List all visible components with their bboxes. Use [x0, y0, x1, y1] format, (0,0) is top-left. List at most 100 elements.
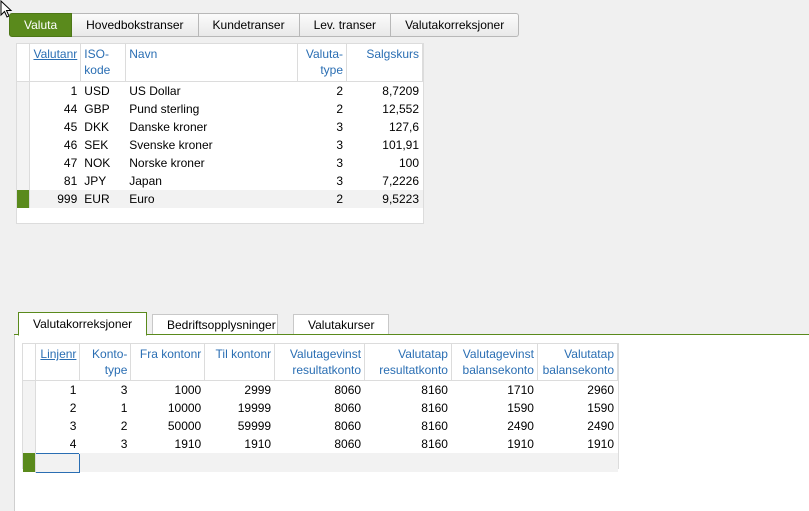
- cell-salgskurs[interactable]: 8,7209: [347, 81, 423, 100]
- cell-valutagevinst-balansekonto[interactable]: 1590: [451, 399, 537, 417]
- column-header-valutatype[interactable]: Valuta-type: [297, 44, 348, 82]
- row-selector[interactable]: [17, 81, 31, 100]
- tab-valuta[interactable]: Valuta: [9, 13, 73, 37]
- table-row[interactable]: 1 USD US Dollar 2 8,7209: [17, 81, 423, 100]
- cell-navn[interactable]: Svenske kroner: [126, 136, 298, 154]
- cell-til-kontonr[interactable]: 59999: [205, 417, 275, 435]
- cell-valutagevinst-resultatkonto[interactable]: 8060: [275, 399, 365, 417]
- cell-valutagevinst-resultatkonto[interactable]: 8060: [275, 435, 365, 454]
- cell-salgskurs[interactable]: 9,5223: [346, 189, 423, 208]
- cell-iso-kode[interactable]: JPY: [81, 172, 126, 190]
- table-row[interactable]: 2 1 10000 19999 8060 8160 1590 1590: [23, 398, 618, 417]
- table-row[interactable]: 45 DKK Danske kroner 3 127,6: [17, 117, 423, 136]
- cell-fra-kontonr[interactable]: 1000: [131, 380, 205, 399]
- cell-til-kontonr[interactable]: 1910: [205, 435, 275, 454]
- row-selector-current[interactable]: [23, 453, 37, 472]
- cell-fra-kontonr[interactable]: 1910: [131, 435, 205, 454]
- cell-salgskurs[interactable]: 7,2226: [347, 172, 423, 190]
- column-header-linjenr[interactable]: Linjenr: [35, 344, 81, 381]
- row-selector[interactable]: [17, 99, 31, 118]
- cell-valutatap-balansekonto[interactable]: [537, 453, 618, 472]
- table-row-current[interactable]: 999 EUR Euro 2 9,5223: [17, 189, 423, 208]
- tab-kundetranser[interactable]: Kundetranser: [198, 13, 300, 37]
- cell-salgskurs[interactable]: 127,6: [347, 118, 423, 136]
- column-header-navn[interactable]: Navn: [125, 44, 299, 82]
- cell-navn[interactable]: Pund sterling: [126, 100, 298, 118]
- cell-valutatype[interactable]: 3: [298, 154, 347, 172]
- cell-valutatap-balansekonto[interactable]: 2490: [537, 417, 617, 435]
- row-selector[interactable]: [17, 117, 31, 136]
- cell-navn[interactable]: US Dollar: [126, 81, 298, 100]
- column-header-valutagevinst-resultatkonto[interactable]: Valutagevinst resultatkonto: [274, 344, 366, 381]
- cell-valutatap-balansekonto[interactable]: 1590: [537, 399, 617, 417]
- column-header-fra-kontonr[interactable]: Fra kontonr: [130, 344, 206, 381]
- row-selector[interactable]: [23, 434, 37, 453]
- cell-linjenr-editing[interactable]: [35, 452, 81, 473]
- row-selector-current[interactable]: [17, 189, 31, 208]
- tab-lev-transer[interactable]: Lev. transer: [299, 13, 392, 37]
- cell-kontotype[interactable]: 3: [80, 435, 131, 454]
- column-header-kontotype[interactable]: Konto-type: [79, 344, 132, 381]
- column-header-salgskurs[interactable]: Salgskurs: [346, 44, 423, 82]
- cell-linjenr[interactable]: 3: [36, 417, 80, 435]
- tab-bedriftsopplysninger[interactable]: Bedriftsopplysninger: [152, 314, 278, 335]
- cell-linjenr[interactable]: 4: [36, 435, 80, 454]
- cell-valutagevinst-balansekonto[interactable]: [451, 453, 538, 472]
- cell-valutagevinst-resultatkonto[interactable]: 8060: [275, 417, 365, 435]
- cell-valutatype[interactable]: 3: [298, 172, 347, 190]
- cell-navn[interactable]: Euro: [125, 189, 298, 208]
- cell-valutanr[interactable]: 999: [29, 189, 81, 208]
- cell-valutatap-resultatkonto[interactable]: 8160: [365, 417, 452, 435]
- cell-valutatype[interactable]: 2: [297, 189, 347, 208]
- cell-valutatype[interactable]: 2: [298, 81, 347, 100]
- row-selector[interactable]: [17, 135, 31, 154]
- column-header-til-kontonr[interactable]: Til kontonr: [204, 344, 276, 381]
- tab-valutakurser[interactable]: Valutakurser: [293, 314, 389, 335]
- cell-kontotype[interactable]: 3: [80, 380, 131, 399]
- cell-til-kontonr[interactable]: [204, 453, 275, 472]
- cell-valutanr[interactable]: 1: [30, 81, 81, 100]
- cell-valutatap-balansekonto[interactable]: 1910: [537, 435, 617, 454]
- cell-valutagevinst-balansekonto[interactable]: 1710: [451, 380, 537, 399]
- cell-salgskurs[interactable]: 100: [347, 154, 423, 172]
- column-header-iso-kode[interactable]: ISO-kode: [80, 44, 127, 82]
- column-header-valutatap-balansekonto[interactable]: Valutatap balansekonto: [537, 344, 619, 381]
- cell-iso-kode[interactable]: EUR: [80, 189, 126, 208]
- table-row[interactable]: 46 SEK Svenske kroner 3 101,91: [17, 135, 423, 154]
- cell-valutagevinst-resultatkonto[interactable]: 8060: [275, 380, 365, 399]
- cell-linjenr[interactable]: 2: [36, 399, 80, 417]
- table-row-new[interactable]: [23, 452, 618, 473]
- row-selector[interactable]: [17, 153, 31, 172]
- tab-valutakorreksjoner[interactable]: Valutakorreksjoner: [391, 13, 520, 37]
- cell-valutatap-resultatkonto[interactable]: 8160: [365, 435, 452, 454]
- cell-valutagevinst-resultatkonto[interactable]: [274, 453, 365, 472]
- cell-fra-kontonr[interactable]: 50000: [131, 417, 205, 435]
- cell-linjenr[interactable]: 1: [36, 380, 80, 399]
- table-row[interactable]: 47 NOK Norske kroner 3 100: [17, 153, 423, 172]
- cell-valutatype[interactable]: 3: [298, 136, 347, 154]
- cell-iso-kode[interactable]: DKK: [81, 118, 126, 136]
- cell-iso-kode[interactable]: USD: [81, 81, 126, 100]
- cell-kontotype[interactable]: 1: [80, 399, 131, 417]
- cell-valutanr[interactable]: 81: [30, 172, 81, 190]
- table-row[interactable]: 3 2 50000 59999 8060 8160 2490 2490: [23, 416, 618, 435]
- column-header-valutagevinst-balansekonto[interactable]: Valutagevinst balansekonto: [451, 344, 538, 381]
- column-header-valutanr[interactable]: Valutanr: [29, 44, 82, 82]
- cell-valutanr[interactable]: 44: [30, 100, 81, 118]
- cell-fra-kontonr[interactable]: 10000: [131, 399, 205, 417]
- row-selector[interactable]: [23, 416, 37, 435]
- table-row[interactable]: 44 GBP Pund sterling 2 12,552: [17, 99, 423, 118]
- cell-valutanr[interactable]: 47: [30, 154, 81, 172]
- cell-navn[interactable]: Norske kroner: [126, 154, 298, 172]
- cell-iso-kode[interactable]: SEK: [81, 136, 126, 154]
- cell-valutatap-resultatkonto[interactable]: 8160: [365, 380, 452, 399]
- cell-salgskurs[interactable]: 12,552: [347, 100, 423, 118]
- tab-hovedbokstranser[interactable]: Hovedbokstranser: [72, 13, 199, 37]
- cell-valutatap-resultatkonto[interactable]: [364, 453, 452, 472]
- table-row[interactable]: 4 3 1910 1910 8060 8160 1910 1910: [23, 434, 618, 454]
- cell-til-kontonr[interactable]: 2999: [205, 380, 275, 399]
- cell-navn[interactable]: Danske kroner: [126, 118, 298, 136]
- tab-valutakorreksjoner-lower[interactable]: Valutakorreksjoner: [18, 312, 147, 336]
- cell-valutatype[interactable]: 2: [298, 100, 347, 118]
- table-row[interactable]: 81 JPY Japan 3 7,2226: [17, 171, 423, 190]
